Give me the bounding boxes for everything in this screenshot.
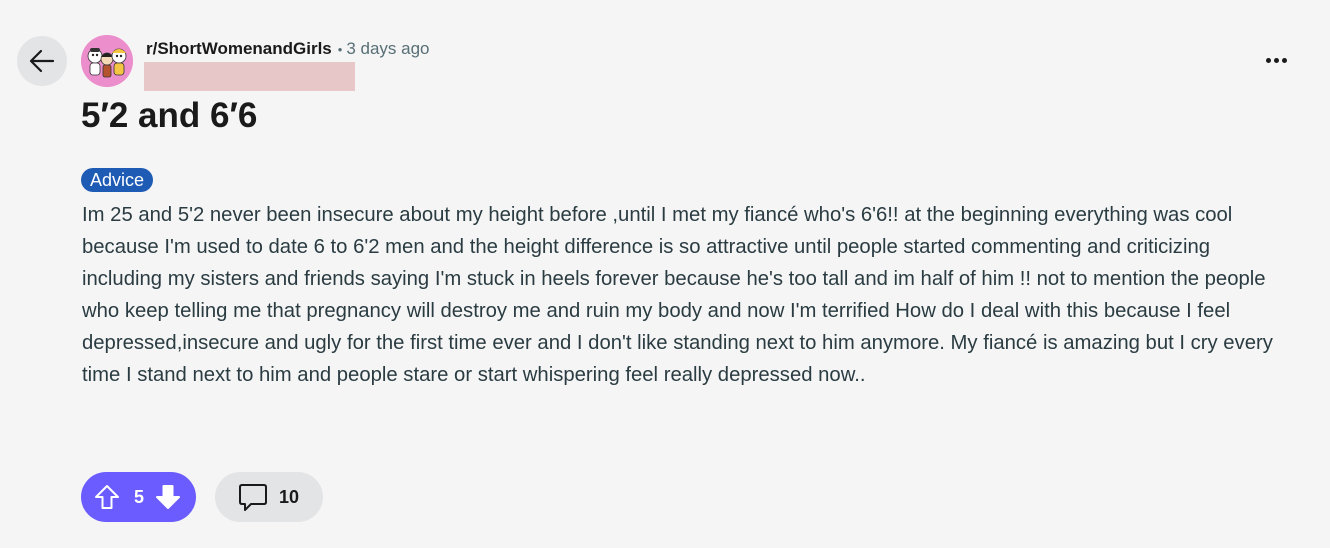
post-body: Im 25 and 5'2 never been insecure about … (82, 204, 1273, 386)
more-dot (1281, 57, 1287, 63)
downvote-button[interactable] (154, 483, 181, 511)
more-horizontal-icon (1265, 57, 1271, 63)
comments-button[interactable]: 10 (215, 472, 323, 522)
post-time: 3 days ago (346, 39, 430, 58)
downvote-arrow-icon (155, 485, 180, 509)
post-meta: r/ShortWomenandGirls • 3 days ago (146, 38, 430, 61)
more-dot (1273, 57, 1279, 63)
vote-bar: 5 (81, 472, 196, 522)
subreddit-avatar-illustration (81, 35, 133, 87)
comment-count: 10 (279, 486, 300, 507)
comment-icon-wrap (237, 481, 269, 513)
subreddit-name[interactable]: r/ShortWomenandGirls (146, 39, 332, 58)
redacted-username-block (144, 62, 355, 91)
upvote-button[interactable] (93, 483, 120, 511)
comment-bubble-icon (239, 484, 267, 511)
meta-separator: • (337, 42, 343, 57)
post-flair[interactable]: Advice (81, 168, 154, 192)
back-button[interactable] (17, 36, 67, 86)
upvote-arrow-icon (94, 485, 119, 509)
more-options-button[interactable] (1257, 46, 1295, 74)
arrow-left-icon (29, 49, 55, 73)
subreddit-avatar[interactable] (81, 35, 133, 87)
vote-count: 5 (133, 486, 144, 507)
post-title: 5′2 and 6′6 (81, 96, 258, 135)
